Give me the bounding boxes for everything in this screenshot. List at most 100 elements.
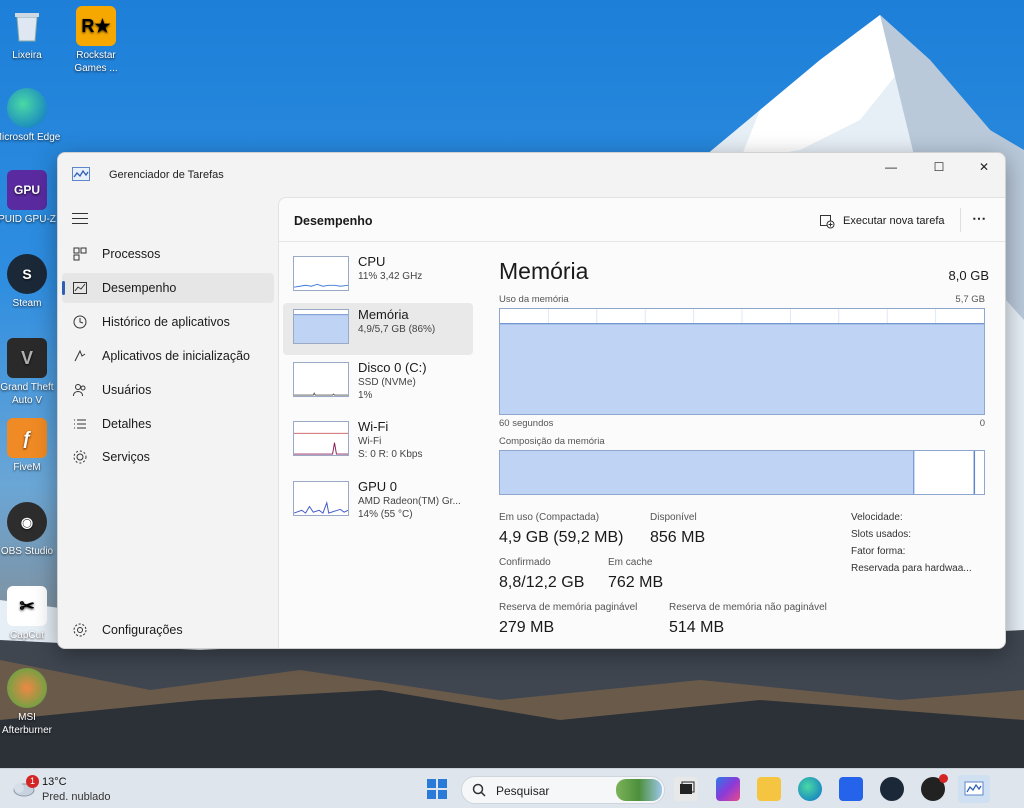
hamburger-menu-icon[interactable] xyxy=(72,213,88,225)
users-icon xyxy=(73,384,86,397)
in-use-value: 4,9 GB (59,2 MB) xyxy=(499,529,624,546)
taskbar: 1 13°C Pred. nublado Pesquisar xyxy=(0,768,1024,808)
window-title: Gerenciador de Tarefas xyxy=(109,169,224,181)
memory-usage-graph xyxy=(499,308,985,415)
desktop-icon-gpuz[interactable]: GPU PUID GPU-Z xyxy=(0,170,62,226)
memory-title: Memória xyxy=(499,258,589,284)
weather-widget[interactable]: 1 13°C Pred. nublado xyxy=(10,773,111,803)
task-manager-app-icon xyxy=(72,167,90,181)
committed-value: 8,8/12,2 GB xyxy=(499,574,585,591)
desktop-icon-capcut[interactable]: ✂ CapCut xyxy=(0,586,62,642)
cpu-thumbnail-graph xyxy=(293,256,349,291)
available-value: 856 MB xyxy=(650,529,706,546)
start-button[interactable] xyxy=(426,778,450,802)
task-view-button[interactable] xyxy=(674,777,698,801)
perf-item-sub: S: 0 R: 0 Kbps xyxy=(358,449,423,460)
sidebar-item-historico[interactable]: Histórico de aplicativos xyxy=(62,307,274,337)
taskbar-search-box[interactable]: Pesquisar xyxy=(461,776,665,804)
edge-icon xyxy=(7,88,47,128)
task-manager-window: Gerenciador de Tarefas — ☐ ✕ Processos D… xyxy=(57,152,1006,649)
store-button[interactable] xyxy=(839,777,863,801)
perf-item-disco[interactable]: Disco 0 (C:) SSD (NVMe) 1% xyxy=(283,356,473,408)
sidebar-item-label: Usuários xyxy=(102,383,152,397)
close-button[interactable]: ✕ xyxy=(961,153,1005,181)
sidebar-item-processos[interactable]: Processos xyxy=(62,239,274,269)
weather-temp: 13°C xyxy=(42,776,67,788)
sidebar-item-detalhes[interactable]: Detalhes xyxy=(62,409,274,439)
notification-dot xyxy=(939,774,948,783)
recycle-bin-icon xyxy=(7,6,47,46)
desktop-icon-recycle-bin[interactable]: Lixeira xyxy=(0,6,62,62)
available-label: Disponível xyxy=(650,512,697,523)
history-icon xyxy=(73,315,87,329)
desktop-icon-fivem[interactable]: ƒ FiveM xyxy=(0,418,62,474)
desktop-icon-msi-afterburner[interactable]: MSI Afterburner xyxy=(0,668,62,737)
desktop-icon-gta[interactable]: V Grand Theft Auto V xyxy=(0,338,62,407)
rockstar-icon: R★ xyxy=(76,6,116,46)
main-panel: Desempenho Executar nova tarefa ⋯ CPU 11… xyxy=(278,197,1005,648)
copilot-button[interactable] xyxy=(716,777,740,801)
edge-taskbar-button[interactable] xyxy=(798,777,822,801)
cached-label: Em cache xyxy=(608,557,653,568)
file-explorer-button[interactable] xyxy=(757,777,781,801)
sidebar-item-label: Processos xyxy=(102,247,161,261)
sidebar-item-usuarios[interactable]: Usuários xyxy=(62,375,274,405)
perf-item-sub: 4,9/5,7 GB (86%) xyxy=(358,324,436,335)
perf-item-gpu[interactable]: GPU 0 AMD Radeon(TM) Gr... 14% (55 °C) xyxy=(283,475,473,527)
gta-icon: V xyxy=(7,338,47,378)
perf-item-name: GPU 0 xyxy=(358,479,398,494)
desktop-icon-steam[interactable]: S Steam xyxy=(0,254,62,310)
memory-thumbnail-graph xyxy=(293,309,349,344)
desktop-icon-edge[interactable]: Microsoft Edge xyxy=(0,88,62,144)
perf-item-memoria[interactable]: Memória 4,9/5,7 GB (86%) xyxy=(283,303,473,355)
perf-item-sub: SSD (NVMe) xyxy=(358,377,416,388)
composition-label: Composição da memória xyxy=(499,436,605,447)
windows-logo-icon xyxy=(427,779,447,799)
task-manager-icon xyxy=(964,781,984,796)
title-bar[interactable]: Gerenciador de Tarefas — ☐ ✕ xyxy=(58,153,1005,197)
sidebar-item-inicializacao[interactable]: Aplicativos de inicialização xyxy=(62,341,274,371)
perf-item-sub: 1% xyxy=(358,390,373,401)
perf-item-cpu[interactable]: CPU 11% 3,42 GHz xyxy=(283,250,473,302)
performance-icon xyxy=(73,282,87,294)
cached-value: 762 MB xyxy=(608,574,664,591)
committed-label: Confirmado xyxy=(499,557,551,568)
wifi-thumbnail-graph xyxy=(293,421,349,456)
search-placeholder: Pesquisar xyxy=(496,784,550,798)
sidebar-item-servicos[interactable]: Serviços xyxy=(62,442,274,472)
task-manager-taskbar-button[interactable] xyxy=(958,775,990,803)
app-taskbar-button[interactable] xyxy=(921,774,948,801)
more-options-icon[interactable]: ⋯ xyxy=(972,210,987,227)
steam-taskbar-button[interactable] xyxy=(880,777,904,801)
maximize-button[interactable]: ☐ xyxy=(916,153,962,181)
graph-axis-right: 0 xyxy=(979,418,985,429)
run-task-icon xyxy=(820,215,835,229)
sidebar-item-label: Histórico de aplicativos xyxy=(102,315,230,329)
perf-item-wifi[interactable]: Wi-Fi Wi-Fi S: 0 R: 0 Kbps xyxy=(283,415,473,467)
main-header: Desempenho Executar nova tarefa ⋯ xyxy=(279,198,1005,242)
sidebar-item-desempenho[interactable]: Desempenho xyxy=(62,273,274,303)
gpuz-icon: GPU xyxy=(7,170,47,210)
perf-item-sub: AMD Radeon(TM) Gr... xyxy=(358,496,461,507)
memory-composition-bar xyxy=(499,450,985,495)
notification-badge: 1 xyxy=(26,775,39,788)
paged-pool-value: 279 MB xyxy=(499,619,555,636)
details-icon xyxy=(74,419,86,429)
weather-description: Pred. nublado xyxy=(42,791,111,803)
run-new-task-label: Executar nova tarefa xyxy=(843,215,945,227)
close-icon: ✕ xyxy=(978,160,990,174)
page-title: Desempenho xyxy=(294,214,373,228)
desktop-icon-obs[interactable]: ◉ OBS Studio xyxy=(0,502,62,558)
perf-item-name: Wi-Fi xyxy=(358,419,389,434)
processes-icon xyxy=(73,247,87,261)
desktop-icon-rockstar[interactable]: R★ Rockstar Games ... xyxy=(61,6,131,75)
slots-used-label: Slots usados: xyxy=(851,529,912,540)
run-new-task-button[interactable]: Executar nova tarefa xyxy=(819,210,945,232)
sidebar-item-label: Aplicativos de inicialização xyxy=(102,349,250,363)
perf-item-name: Memória xyxy=(358,307,409,322)
sidebar-item-configuracoes[interactable]: Configurações xyxy=(62,615,274,645)
search-highlight-image xyxy=(616,779,662,801)
minimize-button[interactable]: — xyxy=(868,153,914,181)
form-factor-label: Fator forma: xyxy=(851,546,906,557)
perf-item-sub: 14% (55 °C) xyxy=(358,509,413,520)
